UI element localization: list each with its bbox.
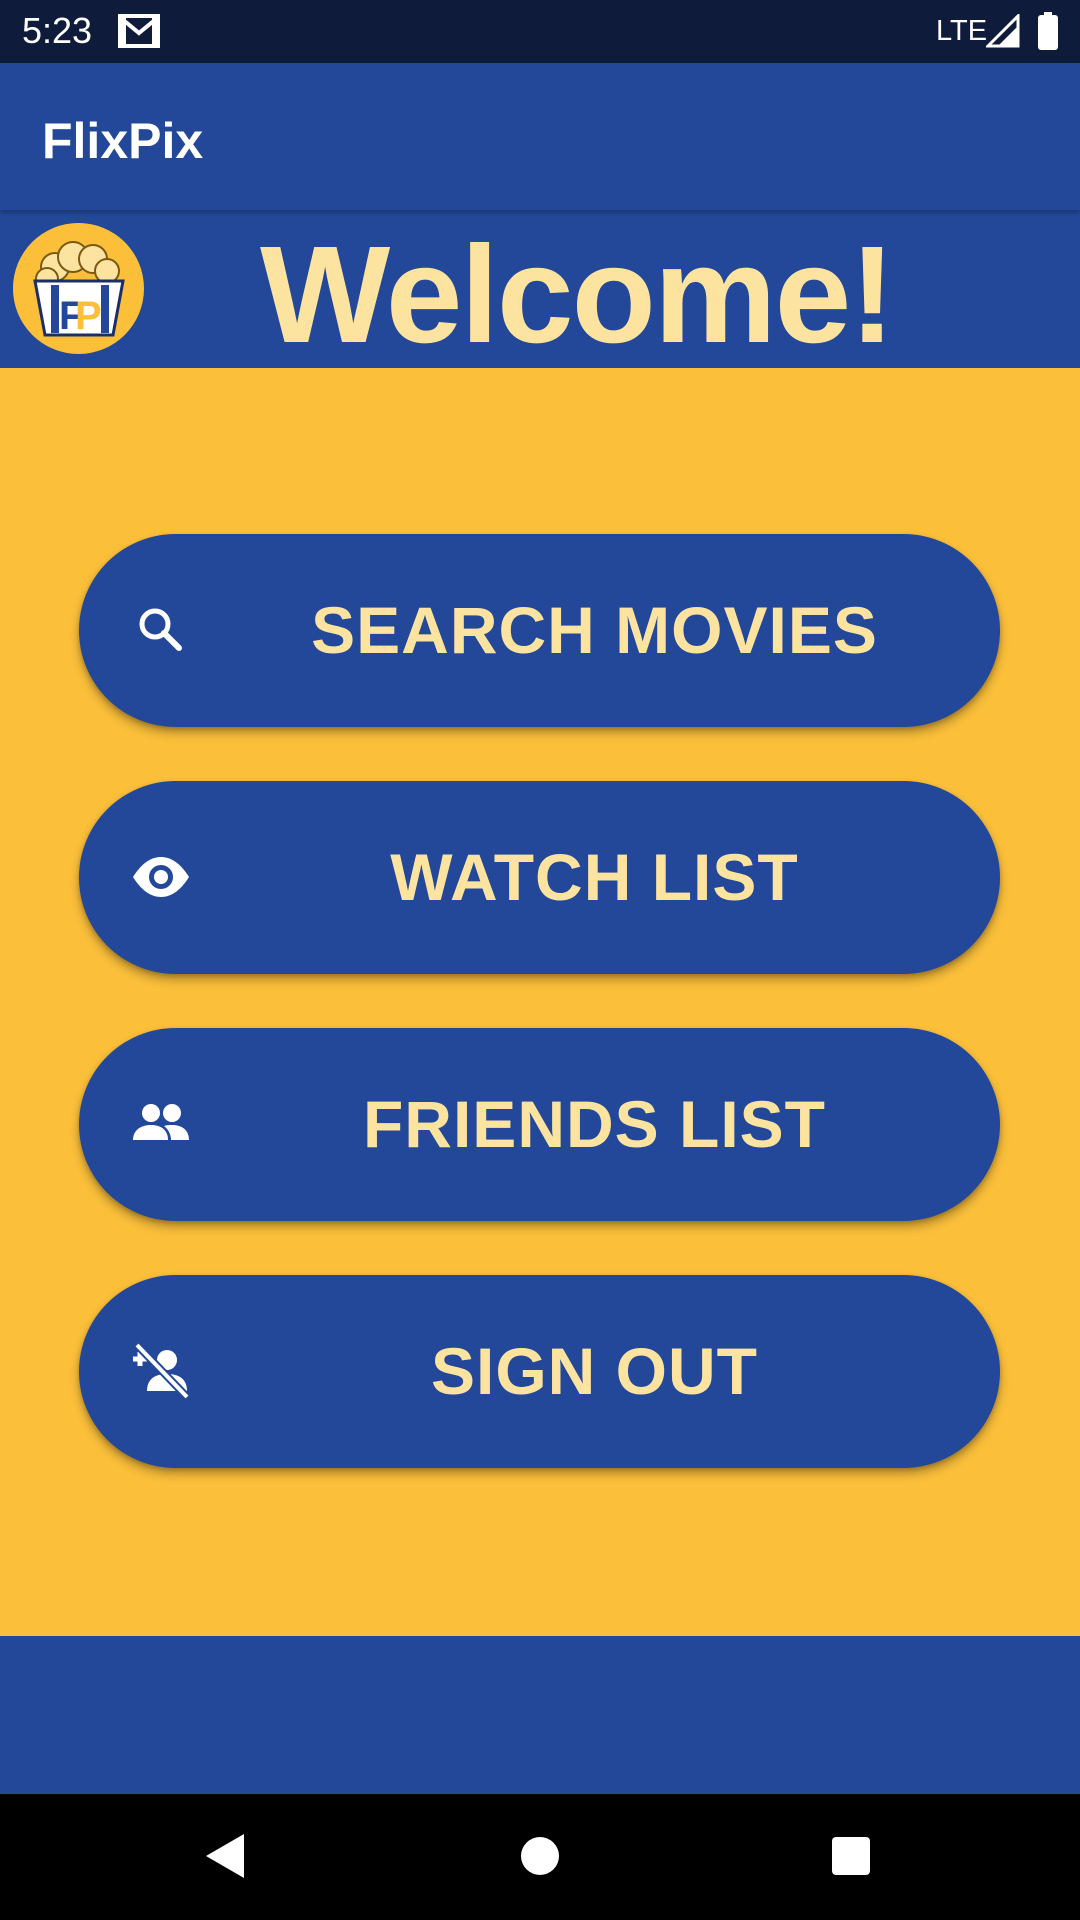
app-bar: FlixPix (0, 63, 1080, 210)
person-off-icon (131, 1341, 191, 1401)
watch-list-button[interactable]: WATCH LIST (79, 781, 1000, 974)
battery-icon (1038, 12, 1058, 50)
recents-icon[interactable] (832, 1837, 870, 1875)
friends-list-button[interactable]: FRIENDS LIST (79, 1028, 1000, 1221)
status-time: 5:23 (22, 10, 93, 51)
search-icon (131, 600, 191, 660)
search-movies-button[interactable]: SEARCH MOVIES (79, 534, 1000, 727)
sign-out-label: SIGN OUT (430, 1334, 758, 1408)
friends-list-label: FRIENDS LIST (362, 1087, 826, 1161)
watch-list-label: WATCH LIST (390, 840, 799, 914)
gmail-icon (118, 13, 160, 49)
home-icon[interactable] (521, 1837, 559, 1875)
status-network-label: LTE (936, 15, 988, 47)
people-icon (131, 1094, 191, 1154)
welcome-heading: Welcome! (260, 218, 895, 372)
svg-text:P: P (75, 294, 102, 338)
search-movies-label: SEARCH MOVIES (311, 593, 878, 667)
welcome-header: F P Welcome! (0, 210, 1080, 372)
eye-icon (131, 847, 191, 907)
footer-band (0, 1636, 1080, 1794)
sign-out-button[interactable]: SIGN OUT (79, 1275, 1000, 1468)
signal-icon (984, 12, 1020, 48)
back-icon[interactable] (204, 1832, 246, 1880)
popcorn-logo-icon: F P (13, 223, 144, 354)
app-title: FlixPix (42, 113, 204, 169)
status-bar: 5:23 LTE (0, 0, 1080, 63)
system-nav-bar (0, 1794, 1080, 1920)
